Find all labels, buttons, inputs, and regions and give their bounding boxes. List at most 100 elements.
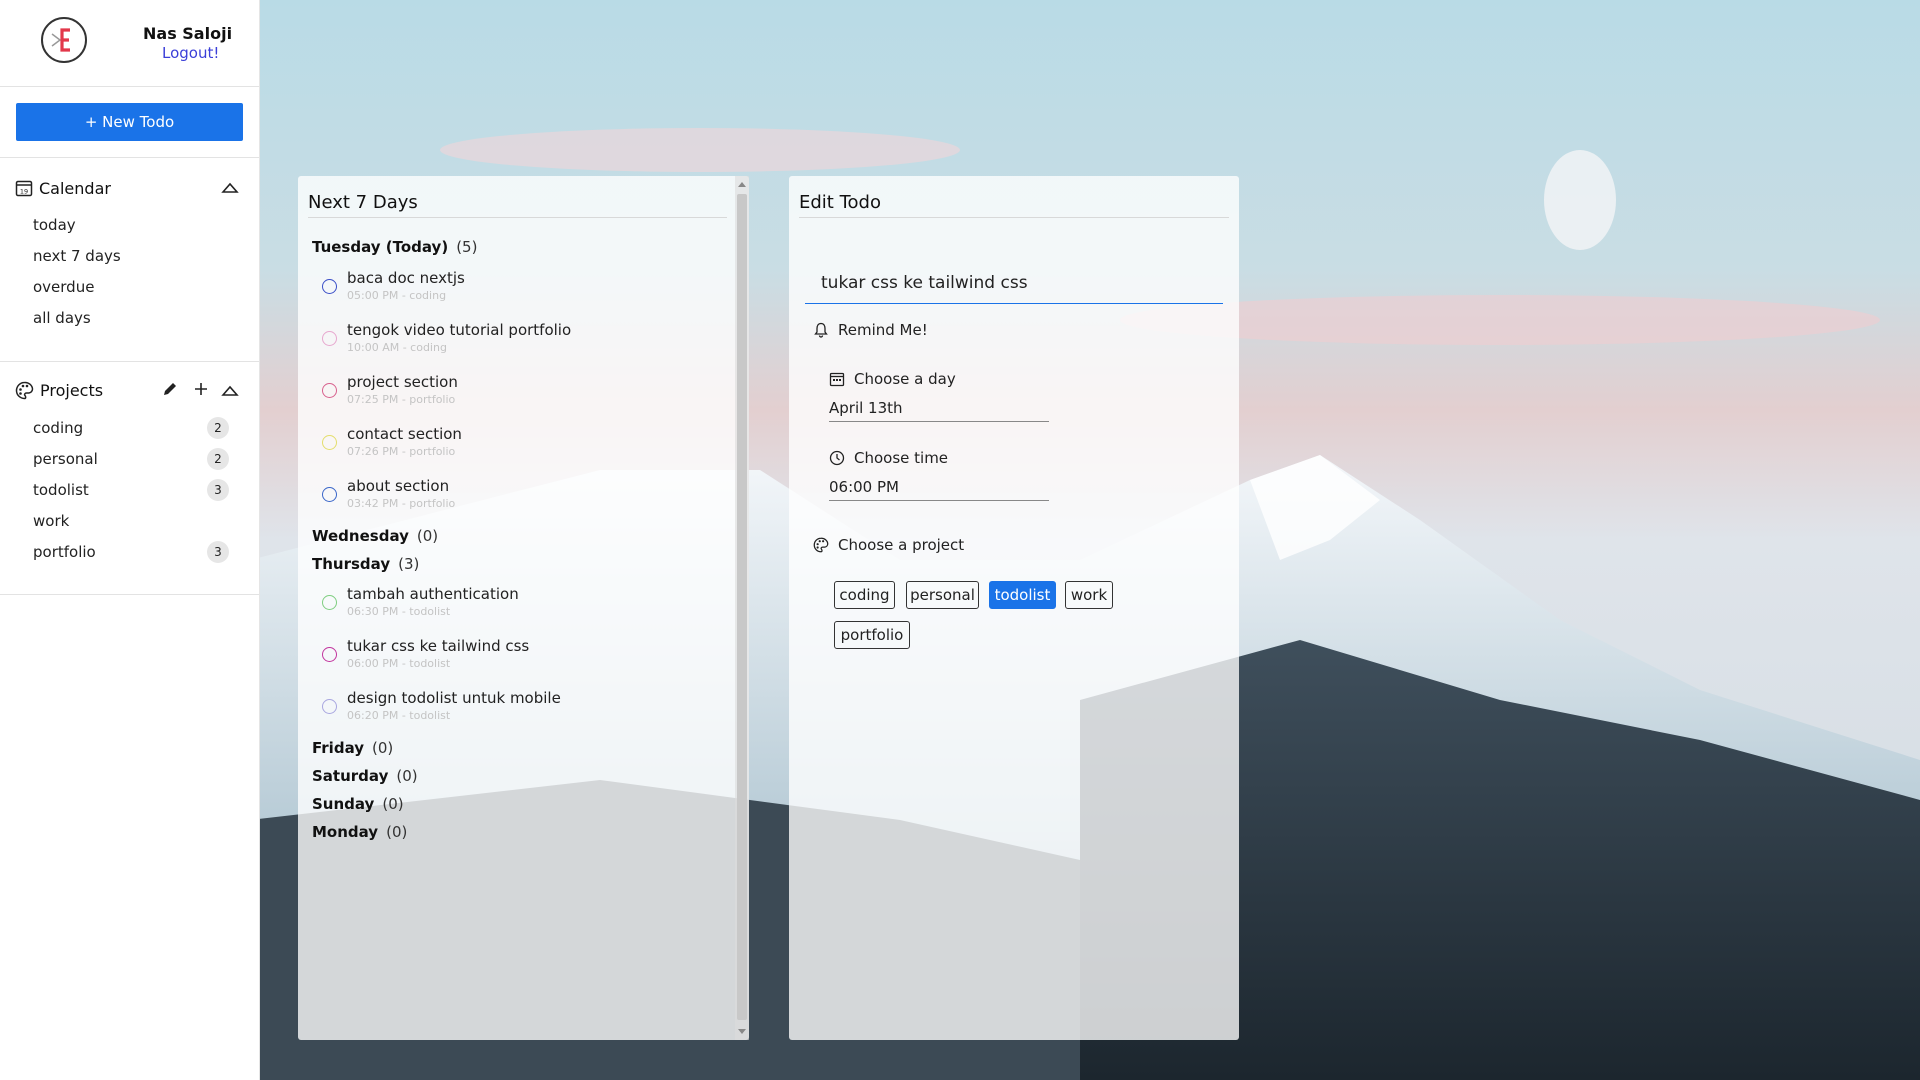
calendar-item-overdue[interactable]: overdue [33,271,121,302]
new-todo-button[interactable]: + New Todo [16,103,243,141]
todo-list-panel: Next 7 Days Tuesday (Today) (5) baca doc … [298,176,749,1040]
projects-title: Projects [40,380,104,400]
calendar-item-all-days[interactable]: all days [33,302,121,333]
project-count-badge: 3 [207,478,229,501]
todo-meta: 05:00 PM - coding [347,289,447,302]
scrollbar-thumb[interactable] [737,194,747,1020]
checkbox-circle-icon[interactable] [322,279,337,294]
project-name: portfolio [33,542,96,561]
project-tag-coding[interactable]: coding [834,581,895,609]
projects-header[interactable]: Projects [15,378,103,402]
todo-title: project section [347,373,458,391]
calendar-item-next-7-days[interactable]: next 7 days [33,240,121,271]
projects-list: coding 2 personal 2 todolist 3 work portfol… [33,412,229,567]
chevron-up-icon[interactable] [221,384,239,398]
divider [308,217,727,218]
todo-meta: 06:30 PM - todolist [347,605,451,618]
checkbox-circle-icon[interactable] [322,487,337,502]
divider [0,594,259,595]
project-count-badge: 3 [207,540,229,563]
day-header: Wednesday (0) [312,527,439,545]
todo-meta: 10:00 AM - coding [347,341,447,354]
checkbox-circle-icon[interactable] [322,435,337,450]
project-name: todolist [33,480,89,499]
calendar-header[interactable]: 19 Calendar [15,176,111,200]
todo-meta: 06:20 PM - todolist [347,709,451,722]
edit-todo-panel: Edit Todo Remind Me! Choose a day April … [789,176,1239,1040]
avatar [41,17,87,63]
checkbox-circle-icon[interactable] [322,595,337,610]
panel-title: Edit Todo [799,192,881,213]
day-picker-field[interactable]: April 13th [829,396,1049,422]
choose-project-label: Choose a project [813,536,964,554]
project-tag-portfolio[interactable]: portfolio [834,621,910,649]
todo-item[interactable]: about section 03:42 PM - portfolio [322,477,702,521]
todo-meta: 07:26 PM - portfolio [347,445,456,458]
clock-icon [829,450,845,466]
scrollbar[interactable] [735,176,749,1040]
user-name: Nas Saloji [143,24,233,43]
todo-item[interactable]: tukar css ke tailwind css 06:00 PM - tod… [322,637,702,681]
plus-icon[interactable] [194,382,208,396]
project-item-portfolio[interactable]: portfolio 3 [33,536,229,567]
todo-item[interactable]: project section 07:25 PM - portfolio [322,373,702,417]
project-count-badge: 2 [207,447,229,470]
project-item-work[interactable]: work [33,505,229,536]
day-header: Saturday (0) [312,767,418,785]
bell-icon [814,322,828,338]
user-block: Nas Saloji Logout! [0,0,259,87]
palette-icon [813,537,829,553]
day-header: Sunday (0) [312,795,404,813]
todo-item[interactable]: baca doc nextjs 05:00 PM - coding [322,269,702,313]
project-name: work [33,511,70,530]
todo-title: baca doc nextjs [347,269,465,287]
todo-text-input[interactable] [805,262,1223,304]
todo-item[interactable]: tengok video tutorial portfolio 10:00 AM… [322,321,702,365]
scroll-down-arrow-icon[interactable] [738,1029,746,1034]
checkbox-circle-icon[interactable] [322,647,337,662]
todo-item[interactable]: tambah authentication 06:30 PM - todolis… [322,585,702,629]
project-tag-todolist[interactable]: todolist [989,581,1056,609]
todo-item[interactable]: design todolist untuk mobile 06:20 PM - … [322,689,702,733]
divider [0,361,259,362]
project-item-coding[interactable]: coding 2 [33,412,229,443]
project-item-personal[interactable]: personal 2 [33,443,229,474]
scroll-up-arrow-icon[interactable] [738,182,746,187]
pencil-icon[interactable] [162,381,178,397]
todo-meta: 06:00 PM - todolist [347,657,451,670]
todo-title: contact section [347,425,462,443]
panel-title: Next 7 Days [308,192,418,213]
checkbox-circle-icon[interactable] [322,331,337,346]
calendar-icon: 19 [15,180,33,197]
project-tag-personal[interactable]: personal [906,581,979,609]
chevron-up-icon[interactable] [221,181,239,195]
calendar-title: Calendar [39,178,111,198]
day-header: Monday (0) [312,823,408,841]
day-header: Friday (0) [312,739,394,757]
calendar-list: today next 7 days overdue all days [33,209,121,333]
project-item-todolist[interactable]: todolist 3 [33,474,229,505]
logout-link[interactable]: Logout! [162,44,219,62]
todo-title: about section [347,477,450,495]
project-name: personal [33,449,98,468]
todo-title: tukar css ke tailwind css [347,637,530,655]
sidebar: Nas Saloji Logout! + New Todo 19 Calenda… [0,0,260,1080]
todo-meta: 03:42 PM - portfolio [347,497,456,510]
time-picker-field[interactable]: 06:00 PM [829,475,1049,501]
calendar-icon [829,372,845,387]
divider [0,157,259,158]
day-header: Tuesday (Today) (5) [312,238,478,256]
palette-icon [15,381,34,399]
todo-title: tambah authentication [347,585,519,603]
day-header: Thursday (3) [312,555,420,573]
checkbox-circle-icon[interactable] [322,699,337,714]
calendar-item-today[interactable]: today [33,209,121,240]
todo-item[interactable]: contact section 07:26 PM - portfolio [322,425,702,469]
project-name: coding [33,418,84,437]
choose-time-label: Choose time [829,449,948,467]
checkbox-circle-icon[interactable] [322,383,337,398]
todo-meta: 07:25 PM - portfolio [347,393,456,406]
todo-title: tengok video tutorial portfolio [347,321,572,339]
svg-text:19: 19 [20,188,28,196]
project-tag-work[interactable]: work [1065,581,1113,609]
